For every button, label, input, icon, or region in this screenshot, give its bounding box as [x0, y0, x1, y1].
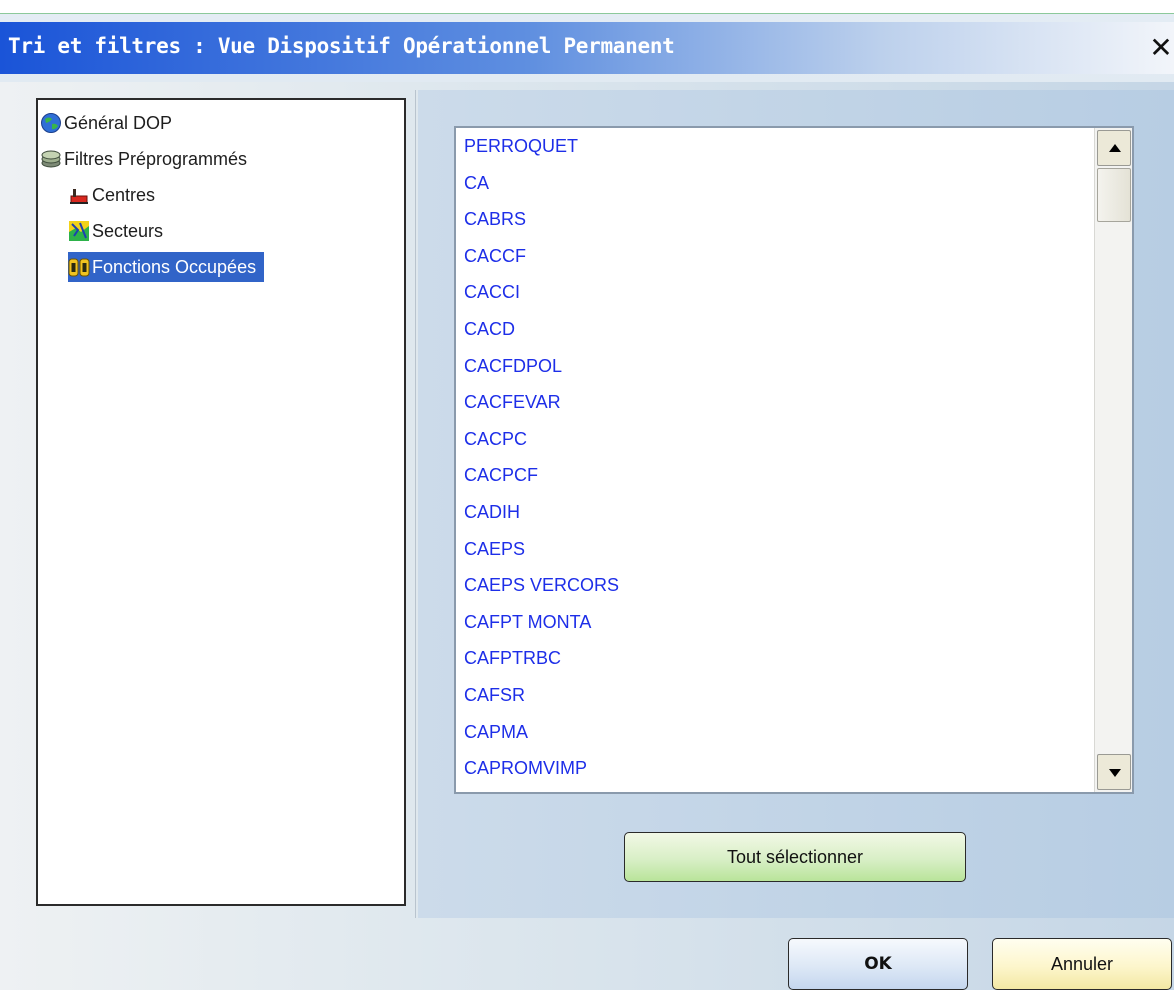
globe-icon [41, 113, 61, 133]
list-item[interactable]: CACCF [456, 238, 1096, 275]
list-item[interactable]: CACFDPOL [456, 348, 1096, 385]
tree-item-filtres-preprogrammes[interactable]: Filtres Préprogrammés [40, 144, 255, 174]
tree-item-secteurs[interactable]: Secteurs [68, 216, 171, 246]
close-icon: ✕ [1149, 31, 1173, 64]
stacked-layers-icon [41, 150, 61, 168]
scroll-thumb[interactable] [1097, 168, 1131, 222]
list-items: PERROQUET CA CABRS CACCF CACCI CACD CACF… [456, 128, 1096, 792]
ok-button[interactable]: OK [788, 938, 968, 990]
arrow-down-icon [1109, 769, 1121, 777]
list-item[interactable]: PERROQUET [456, 128, 1096, 165]
title-bar: Tri et filtres : Vue Dispositif Opératio… [0, 22, 1174, 74]
arrow-up-icon [1109, 144, 1121, 152]
scroll-down-button[interactable] [1097, 754, 1131, 790]
dialog-window: Tri et filtres : Vue Dispositif Opératio… [0, 0, 1174, 990]
list-item[interactable]: CACD [456, 311, 1096, 348]
tree-item-label: Général DOP [64, 113, 173, 133]
list-item[interactable]: CAEPS [456, 531, 1096, 568]
window-title: Tri et filtres : Vue Dispositif Opératio… [8, 34, 675, 58]
map-sector-icon [69, 221, 89, 241]
close-button[interactable]: ✕ [1146, 30, 1174, 66]
tree-item-centres[interactable]: Centres [68, 180, 163, 210]
functions-listbox[interactable]: PERROQUET CA CABRS CACCF CACCI CACD CACF… [454, 126, 1134, 794]
list-item[interactable]: CAPMA [456, 714, 1096, 751]
tree-item-label: Fonctions Occupées [92, 257, 257, 277]
list-item[interactable]: CACPC [456, 421, 1096, 458]
list-item[interactable]: CACPCF [456, 457, 1096, 494]
list-item[interactable]: CAPROMVIMP [456, 750, 1096, 787]
vertical-scrollbar[interactable] [1094, 128, 1132, 792]
fire-station-icon [70, 189, 88, 204]
left-panel: Général DOP Filtres Préprogrammés Centre… [24, 90, 416, 918]
list-item[interactable]: CAFSR [456, 677, 1096, 714]
list-item[interactable]: CAFPT MONTA [456, 604, 1096, 641]
filter-tree[interactable]: Général DOP Filtres Préprogrammés Centre… [36, 98, 406, 906]
list-item[interactable]: CAEPS VERCORS [456, 567, 1096, 604]
list-item[interactable]: CADIH [456, 494, 1096, 531]
list-item[interactable]: CAFPTRBC [456, 640, 1096, 677]
cancel-button[interactable]: Annuler [992, 938, 1172, 990]
tree-item-label: Filtres Préprogrammés [64, 149, 248, 169]
list-item[interactable]: CABRS [456, 201, 1096, 238]
tree-item-label: Secteurs [92, 221, 164, 241]
scroll-up-button[interactable] [1097, 130, 1131, 166]
right-panel: PERROQUET CA CABRS CACCF CACCI CACD CACF… [418, 90, 1174, 918]
tree-item-general-dop[interactable]: Général DOP [40, 108, 180, 138]
tree-item-fonctions-occupees[interactable]: Fonctions Occupées [68, 252, 265, 282]
list-item[interactable]: CACCI [456, 274, 1096, 311]
dialog-body: Général DOP Filtres Préprogrammés Centre… [0, 82, 1174, 990]
tree-item-label: Centres [92, 185, 156, 205]
select-all-button[interactable]: Tout sélectionner [624, 832, 966, 882]
list-item[interactable]: CA [456, 165, 1096, 202]
list-item[interactable]: CACFEVAR [456, 384, 1096, 421]
top-border [0, 0, 1174, 14]
functions-icon [68, 258, 90, 277]
